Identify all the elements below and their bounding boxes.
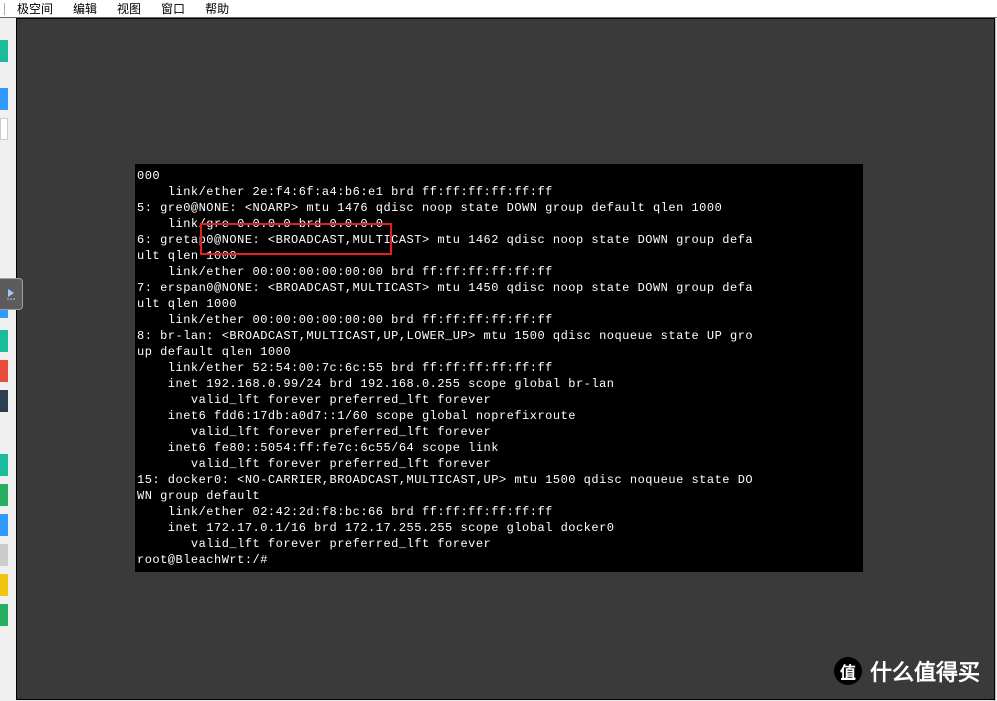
left-background-rail	[0, 18, 8, 701]
terminal-line: valid_lft forever preferred_lft forever	[137, 424, 861, 440]
terminal-line: root@BleachWrt:/#	[137, 552, 861, 568]
watermark-text: 什么值得买	[870, 655, 980, 687]
terminal-line: link/ether 00:00:00:00:00:00 brd ff:ff:f…	[137, 264, 861, 280]
terminal-line: link/ether 52:54:00:7c:6c:55 brd ff:ff:f…	[137, 360, 861, 376]
terminal-line: valid_lft forever preferred_lft forever	[137, 392, 861, 408]
terminal-line: link/ether 2e:f4:6f:a4:b6:e1 brd ff:ff:f…	[137, 184, 861, 200]
terminal-line: 000	[137, 168, 861, 184]
rail-block	[0, 484, 8, 506]
terminal-line: 8: br-lan: <BROADCAST,MULTICAST,UP,LOWER…	[137, 328, 861, 344]
menu-item-app[interactable]: 极空间	[7, 1, 63, 17]
terminal-line: valid_lft forever preferred_lft forever	[137, 536, 861, 552]
rail-block	[0, 88, 8, 110]
rail-block	[0, 514, 8, 536]
terminal-line: valid_lft forever preferred_lft forever	[137, 456, 861, 472]
rail-block	[0, 360, 8, 382]
rail-block	[0, 118, 8, 140]
rail-block	[0, 454, 8, 476]
terminal-line: link/ether 02:42:2d:f8:bc:66 brd ff:ff:f…	[137, 504, 861, 520]
menu-item-view[interactable]: 视图	[107, 1, 151, 17]
terminal-line: 7: erspan0@NONE: <BROADCAST,MULTICAST> m…	[137, 280, 861, 296]
terminal-line: link/gre 0.0.0.0 brd 0.0.0.0	[137, 216, 861, 232]
terminal-line: up default qlen 1000	[137, 344, 861, 360]
rail-block	[0, 604, 8, 626]
terminal-output[interactable]: 000 link/ether 2e:f4:6f:a4:b6:e1 brd ff:…	[135, 164, 863, 572]
terminal-line: 15: docker0: <NO-CARRIER,BROADCAST,MULTI…	[137, 472, 861, 488]
watermark-badge-icon: 值	[834, 657, 862, 685]
terminal-line: 6: gretap0@NONE: <BROADCAST,MULTICAST> m…	[137, 232, 861, 248]
terminal-line: WN group default	[137, 488, 861, 504]
rail-block	[0, 40, 8, 62]
terminal-line: inet 172.17.0.1/16 brd 172.17.255.255 sc…	[137, 520, 861, 536]
app-window: 000 link/ether 2e:f4:6f:a4:b6:e1 brd ff:…	[16, 18, 995, 700]
terminal-line: ult qlen 1000	[137, 248, 861, 264]
menubar: 极空间 编辑 视图 窗口 帮助	[0, 0, 997, 18]
terminal-line: 5: gre0@NONE: <NOARP> mtu 1476 qdisc noo…	[137, 200, 861, 216]
terminal-line: inet6 fe80::5054:ff:fe7c:6c55/64 scope l…	[137, 440, 861, 456]
docked-side-tab[interactable]	[0, 278, 23, 310]
watermark: 值 什么值得买	[834, 655, 980, 687]
rail-block	[0, 574, 8, 596]
terminal-line: ult qlen 1000	[137, 296, 861, 312]
terminal-line: inet 192.168.0.99/24 brd 192.168.0.255 s…	[137, 376, 861, 392]
menu-item-edit[interactable]: 编辑	[63, 1, 107, 17]
menu-item-window[interactable]: 窗口	[151, 1, 195, 17]
rail-block	[0, 544, 8, 566]
menu-item-help[interactable]: 帮助	[195, 1, 239, 17]
rail-block	[0, 330, 8, 352]
terminal-line: link/ether 00:00:00:00:00:00 brd ff:ff:f…	[137, 312, 861, 328]
terminal-line: inet6 fdd6:17db:a0d7::1/60 scope global …	[137, 408, 861, 424]
rail-block	[0, 390, 8, 412]
play-dots-icon	[5, 287, 17, 301]
menubar-divider	[4, 3, 5, 15]
